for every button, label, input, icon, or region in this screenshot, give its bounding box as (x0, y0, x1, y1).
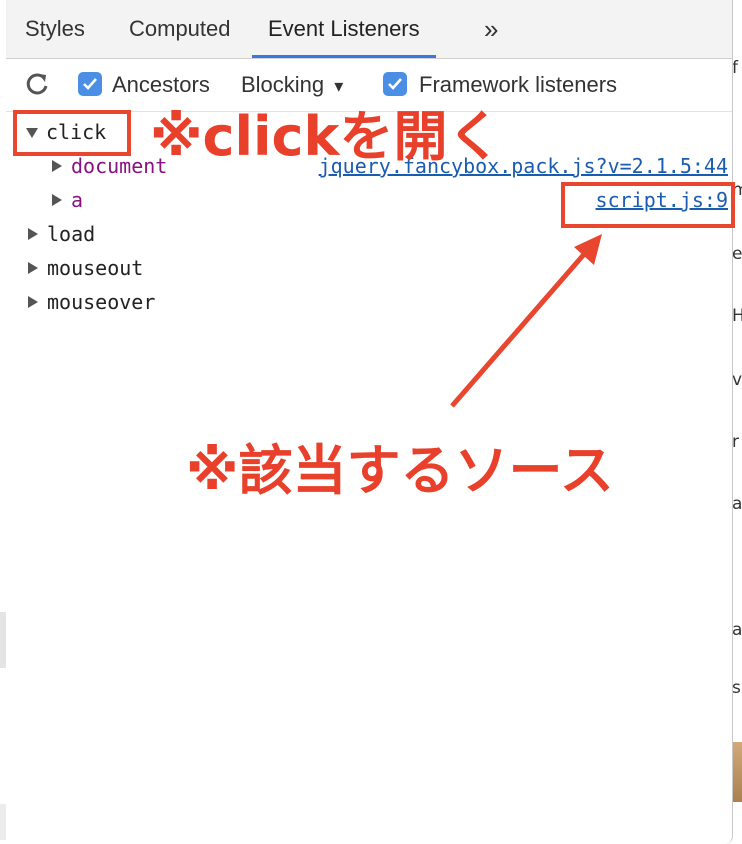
arrow-icon (450, 234, 602, 408)
